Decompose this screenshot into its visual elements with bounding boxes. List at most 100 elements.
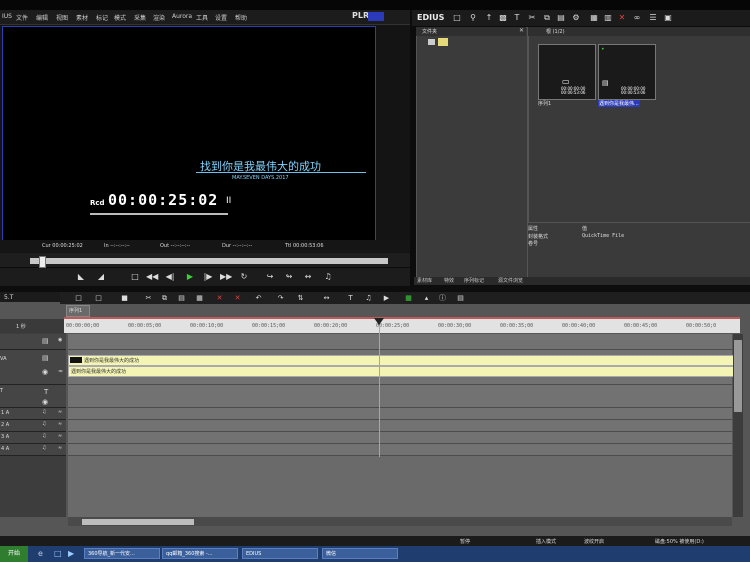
speaker-icon[interactable]: ♫ [42,445,46,451]
title-icon[interactable]: T [512,13,522,23]
status-ripple[interactable]: 波纹开启 [584,538,604,545]
delete-icon[interactable]: ✕ [215,294,224,303]
render-icon[interactable]: ▶ [382,294,391,303]
audio-wave-icon[interactable]: ≈ [58,421,62,427]
track-lock-icon[interactable]: ◉ [58,337,62,343]
set-out-icon[interactable]: ◢ [95,271,107,283]
scrub-handle[interactable] [39,256,46,268]
mixer-icon[interactable]: ▴ [422,294,431,303]
send-icon[interactable]: ▦ [589,13,599,23]
rec-toggle[interactable] [368,12,384,21]
folder-tree-icon[interactable] [428,39,435,45]
ripple-delete-icon[interactable]: ✕ [233,294,242,303]
status-insert-mode[interactable]: 插入模式 [536,538,556,545]
menu-mode[interactable]: 模式 [114,13,126,22]
snap-icon[interactable]: ▦ [404,294,413,303]
overwrite-icon[interactable]: ↬ [283,271,295,283]
copy-icon[interactable]: ⧉ [542,13,552,23]
playhead-line[interactable] [379,327,380,457]
audio-wave-icon[interactable]: ≈ [58,368,63,375]
menu-help[interactable]: 帮助 [235,13,247,22]
menu-aurora[interactable]: Aurora [172,13,192,20]
step-forward-icon[interactable]: |▶ [202,271,214,283]
paste-icon[interactable]: ▤ [556,13,566,23]
track-lane[interactable] [68,334,732,350]
sync-icon[interactable]: ↔ [322,294,331,303]
menu-render[interactable]: 渲染 [153,13,165,22]
properties-icon[interactable]: ⚙ [571,13,581,23]
up-icon[interactable]: ↑ [484,13,494,23]
loop-icon[interactable]: ↻ [238,271,250,283]
title-track-icon[interactable]: T [44,388,48,396]
link-icon[interactable]: ∞ [632,13,642,23]
folder-icon[interactable]: □ [452,13,462,23]
replace-icon[interactable]: ↭ [302,271,314,283]
audio-clip[interactable]: 遇到你是我最伟大的成功 [68,366,734,377]
tab-sequence-markers[interactable]: 序列标记 [464,277,484,284]
cut-icon[interactable]: ✂ [527,13,537,23]
track-visibility-icon[interactable]: ◉ [42,368,48,376]
scrub-track[interactable] [30,258,388,264]
scale-selector[interactable]: 1 秒 [0,319,66,333]
menu-app[interactable]: IUS [2,13,12,20]
layout-icon[interactable]: ▥ [603,13,613,23]
info-icon[interactable]: ⓘ [438,294,447,303]
menu-file[interactable]: 文件 [16,13,28,22]
tab-source-browser[interactable]: 源文件浏览 [498,277,523,284]
horizontal-scroll-thumb[interactable] [82,519,194,525]
open-icon[interactable]: ▩ [498,13,508,23]
speaker-icon[interactable]: ♫ [42,433,46,439]
vertical-scroll-thumb[interactable] [734,340,742,412]
delete-icon[interactable]: ✕ [617,13,627,23]
track-header-audio[interactable]: 3 A ♫ ≈ [0,432,66,444]
menu-clip[interactable]: 素材 [76,13,88,22]
video-clip[interactable]: 遇到你是我最伟大的成功 [68,355,734,366]
track-lane[interactable] [68,432,732,444]
list-view-icon[interactable]: ☰ [648,13,658,23]
save-icon[interactable]: ■ [120,294,129,303]
undo-icon[interactable]: ↶ [254,294,263,303]
step-back-icon[interactable]: ◀| [164,271,176,283]
taskbar-item[interactable]: 360导航_新一代安... [84,548,160,559]
track-header-va[interactable]: VA ▤ ◉ ≈ [0,350,66,385]
copy-icon[interactable]: ⧉ [160,294,169,303]
ie-icon[interactable]: e [38,549,43,558]
taskbar-item[interactable]: 微信 [322,548,398,559]
track-lane[interactable] [68,420,732,432]
root-folder-icon[interactable] [438,38,448,46]
clip-thumbnail-video[interactable]: • ▤ 00:00:00:00 00:00:53:06 [598,44,656,100]
audio-wave-icon[interactable]: ≈ [58,445,62,451]
menu-tools[interactable]: 工具 [196,13,208,22]
media-icon[interactable]: ▶ [68,549,74,558]
speaker-icon[interactable]: ♫ [42,409,46,415]
track-lane[interactable] [68,385,732,408]
paste-icon[interactable]: ▤ [177,294,186,303]
track-lane[interactable] [68,444,732,456]
set-in-icon[interactable]: ◣ [75,271,87,283]
speaker-icon[interactable]: ♫ [42,421,46,427]
fast-forward-icon[interactable]: ▶▶ [220,271,232,283]
tab-sequence[interactable]: 序列1 [66,305,90,317]
insert-icon[interactable]: ↪ [264,271,276,283]
track-header-audio[interactable]: 2 A ♫ ≈ [0,420,66,432]
cut-icon[interactable]: ✂ [144,294,153,303]
mic-icon[interactable]: ♫ [364,294,373,303]
menu-marker[interactable]: 标记 [96,13,108,22]
menu-capture[interactable]: 采集 [134,13,146,22]
clip-label[interactable]: 遇到你是我最伟... [598,100,640,107]
menu-view[interactable]: 视图 [56,13,68,22]
menu-settings[interactable]: 设置 [215,13,227,22]
replace-icon[interactable]: ▦ [195,294,204,303]
menu-edit[interactable]: 编辑 [36,13,48,22]
tab-effects[interactable]: 特效 [444,277,454,284]
track-toggle-icon[interactable]: ▤ [42,354,49,362]
playhead-marker[interactable] [374,318,384,325]
play-icon[interactable]: ▶ [184,271,196,283]
stop-icon[interactable]: □ [129,271,141,283]
open-project-icon[interactable]: □ [94,294,103,303]
track-lane[interactable] [68,408,732,420]
track-toggle-icon[interactable]: ▤ [42,337,49,345]
track-header-audio[interactable]: 4 A ♫ ≈ [0,444,66,456]
audio-wave-icon[interactable]: ≈ [58,409,62,415]
track-header-audio[interactable]: 1 A ♫ ≈ [0,408,66,420]
